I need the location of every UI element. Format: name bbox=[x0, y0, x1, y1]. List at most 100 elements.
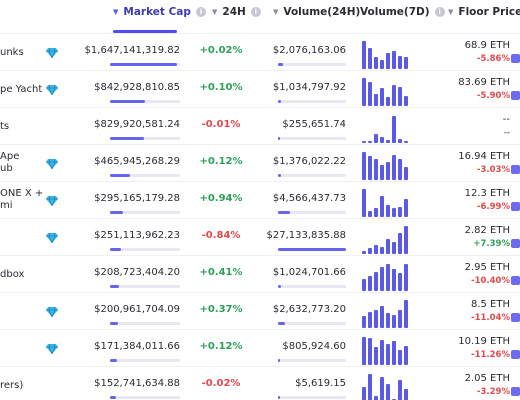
volume-24h-value: $255,651.74 bbox=[282, 119, 346, 130]
table-row[interactable]: ONE X + mi $295,165,179.28 +0.94% $4,566,437… bbox=[0, 182, 520, 219]
table-row[interactable]: Ape ub $465,945,268.29 +0.12% $1,376,022.22 1… bbox=[0, 145, 520, 182]
change-24h-value: +0.10% bbox=[199, 82, 243, 93]
sparkline-bar bbox=[398, 310, 402, 328]
sparkline-bar bbox=[386, 140, 390, 143]
column-header-24h[interactable]: ▼ 24H i bbox=[212, 6, 261, 18]
info-icon[interactable]: i bbox=[195, 7, 206, 17]
sort-caret-icon: ▼ bbox=[448, 8, 454, 16]
table-row[interactable]: pe Yacht $842,928,810.85 +0.10% $1,034,797.… bbox=[0, 71, 520, 108]
sparkline-bar bbox=[368, 82, 372, 106]
info-icon[interactable]: i bbox=[250, 7, 261, 17]
sort-caret-icon: ▼ bbox=[273, 8, 279, 16]
sparkline-bar bbox=[386, 97, 390, 106]
trend-chart-icon[interactable] bbox=[511, 54, 520, 63]
collection-name[interactable]: dbox bbox=[0, 269, 44, 281]
sparkline-bar bbox=[398, 350, 402, 365]
sparkline-bar bbox=[374, 271, 378, 291]
volume-bar bbox=[278, 63, 346, 66]
trend-chart-icon[interactable] bbox=[511, 239, 520, 248]
trend-chart-icon[interactable] bbox=[511, 165, 520, 174]
sparkline-bar bbox=[368, 48, 372, 69]
column-header-label: Market Cap bbox=[123, 6, 191, 18]
sparkline-bar bbox=[392, 341, 396, 365]
trend-chart-icon[interactable] bbox=[511, 313, 520, 322]
market-cap-value: $842,928,810.85 bbox=[94, 82, 180, 93]
sparkline-bar bbox=[386, 313, 390, 328]
floor-price-change: -10.40% bbox=[471, 276, 510, 286]
market-cap-value: $1,647,141,319.82 bbox=[84, 45, 180, 56]
sparkline-bar bbox=[380, 339, 384, 365]
trend-chart-icon[interactable] bbox=[511, 276, 520, 285]
sparkline-bar bbox=[380, 305, 384, 328]
market-cap-bar bbox=[110, 174, 180, 177]
market-cap-bar bbox=[110, 396, 180, 399]
sparkline-bar bbox=[362, 40, 366, 69]
table-row[interactable]: $200,961,704.09 +0.37% $2,632,773.20 8.5 ET… bbox=[0, 293, 520, 330]
volume-bar bbox=[278, 322, 346, 325]
market-cap-bar bbox=[110, 359, 180, 362]
volume-bar bbox=[278, 174, 346, 177]
market-cap-value: $152,741,634.88 bbox=[94, 378, 180, 389]
volume-bar-fill bbox=[278, 211, 290, 214]
table-row[interactable]: $171,384,011.66 +0.12% $805,924.60 10.19 ET… bbox=[0, 330, 520, 367]
collection-name[interactable]: Ape ub bbox=[0, 151, 44, 175]
sparkline-bar bbox=[380, 165, 384, 180]
sparkline-bar bbox=[380, 246, 384, 254]
trend-chart-icon[interactable] bbox=[511, 202, 520, 211]
floor-price-value: 68.9 ETH bbox=[464, 40, 510, 51]
sparkline-bar bbox=[374, 134, 378, 143]
column-header-floor-price[interactable]: ▼ Floor Price i bbox=[448, 6, 520, 18]
floor-price-change: -11.26% bbox=[471, 350, 510, 360]
sparkline-bar bbox=[380, 60, 384, 69]
collection-name[interactable]: ts bbox=[0, 121, 44, 133]
collection-name[interactable]: unks bbox=[0, 47, 44, 59]
table-row[interactable]: dbox $208,723,404.20 +0.41% $1,024,701.66 2.… bbox=[0, 256, 520, 293]
diamond-icon bbox=[46, 85, 58, 95]
column-header-label: Volume(24H) bbox=[283, 6, 361, 18]
table-row[interactable]: unks $1,647,141,319.82 +0.02% $2,076,163.06… bbox=[0, 34, 520, 71]
floor-price-value: 12.3 ETH bbox=[464, 188, 510, 199]
info-icon[interactable]: i bbox=[434, 7, 445, 17]
trend-chart-icon[interactable] bbox=[511, 387, 520, 396]
sparkline-bar bbox=[404, 345, 408, 365]
sparkline-bar bbox=[386, 162, 390, 180]
change-24h-value: +0.12% bbox=[199, 156, 243, 167]
market-cap-bar bbox=[110, 137, 180, 140]
floor-price-value: 16.94 ETH bbox=[458, 151, 510, 162]
collection-name[interactable]: rers) bbox=[0, 380, 44, 392]
diamond-icon bbox=[46, 307, 58, 317]
trend-chart-icon[interactable] bbox=[511, 91, 520, 100]
collection-name[interactable]: ONE X + mi bbox=[0, 188, 44, 212]
sparkline-bar bbox=[362, 316, 366, 328]
change-24h-value: +0.02% bbox=[199, 45, 243, 56]
change-24h-value: -0.84% bbox=[201, 230, 241, 241]
floor-price-change: -3.29% bbox=[476, 387, 510, 397]
sparkline-bar bbox=[368, 311, 372, 328]
sparkline-bar bbox=[398, 159, 402, 180]
volume-7d-sparkline bbox=[362, 148, 412, 180]
sparkline-bar bbox=[362, 141, 366, 143]
sparkline-bar bbox=[392, 85, 396, 106]
sparkline-bar bbox=[392, 51, 396, 69]
sparkline-bar bbox=[386, 239, 390, 254]
volume-bar-fill bbox=[278, 359, 281, 362]
sparkline-bar bbox=[392, 116, 396, 143]
floor-price-change: +7.39% bbox=[473, 239, 510, 249]
sparkline-bar bbox=[368, 276, 372, 291]
column-header-market-cap[interactable]: ▼ Market Cap i bbox=[113, 6, 206, 18]
market-cap-value: $829,920,581.24 bbox=[94, 119, 180, 130]
table-row[interactable]: ts $829,920,581.24 -0.01% $255,651.74 -- -- bbox=[0, 108, 520, 145]
market-cap-bar-fill bbox=[110, 100, 145, 103]
sparkline-bar bbox=[362, 77, 366, 106]
sparkline-bar bbox=[362, 251, 366, 254]
column-header-volume-7d: Volume(7D) i bbox=[360, 6, 445, 18]
table-row[interactable]: $251,113,962.23 -0.84% $27,133,835.88 2.82 … bbox=[0, 219, 520, 256]
sparkline-bar bbox=[398, 55, 402, 69]
collection-name[interactable]: pe Yacht bbox=[0, 84, 44, 96]
sparkline-bar bbox=[404, 264, 408, 291]
table-row[interactable]: rers) $152,741,634.88 -0.02% $5,619.15 2.05 … bbox=[0, 367, 520, 400]
trend-chart-icon[interactable] bbox=[511, 350, 520, 359]
sparkline-bar bbox=[398, 86, 402, 106]
market-cap-bar-fill bbox=[110, 137, 145, 140]
column-header-volume-24h[interactable]: ▼ Volume(24H) bbox=[273, 6, 360, 18]
